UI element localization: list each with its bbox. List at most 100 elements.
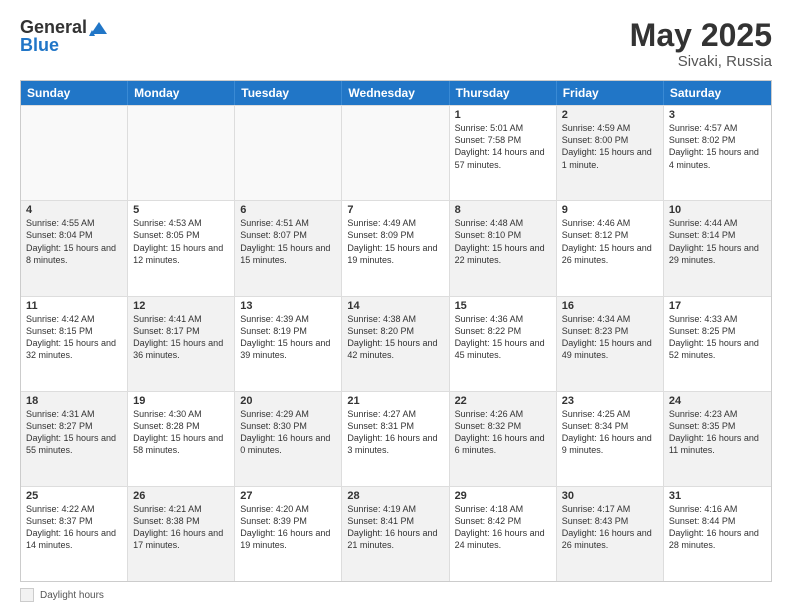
sunset-text: Sunset: 8:00 PM [562, 134, 658, 146]
daylight-text: Daylight: 16 hours and 14 minutes. [26, 527, 122, 551]
month-year: May 2025 [630, 18, 772, 53]
sunrise-text: Sunrise: 4:49 AM [347, 217, 443, 229]
day-number: 11 [26, 300, 122, 312]
logo-blue-text: Blue [20, 36, 107, 56]
sunrise-text: Sunrise: 4:51 AM [240, 217, 336, 229]
sunset-text: Sunset: 8:44 PM [669, 515, 766, 527]
day-number: 18 [26, 395, 122, 407]
sunrise-text: Sunrise: 4:19 AM [347, 503, 443, 515]
page: General Blue May 2025 Sivaki, Russia Sun… [0, 0, 792, 612]
logo-icon [89, 20, 107, 36]
day-number: 12 [133, 300, 229, 312]
day-number: 21 [347, 395, 443, 407]
calendar-cell: 25Sunrise: 4:22 AMSunset: 8:37 PMDayligh… [21, 487, 128, 581]
sunset-text: Sunset: 8:37 PM [26, 515, 122, 527]
sunset-text: Sunset: 8:31 PM [347, 420, 443, 432]
daylight-text: Daylight: 15 hours and 39 minutes. [240, 337, 336, 361]
sunset-text: Sunset: 8:25 PM [669, 325, 766, 337]
calendar-cell: 18Sunrise: 4:31 AMSunset: 8:27 PMDayligh… [21, 392, 128, 486]
sunset-text: Sunset: 8:05 PM [133, 229, 229, 241]
day-number: 15 [455, 300, 551, 312]
daylight-text: Daylight: 16 hours and 19 minutes. [240, 527, 336, 551]
daylight-text: Daylight: 15 hours and 1 minute. [562, 146, 658, 170]
daylight-text: Daylight: 15 hours and 42 minutes. [347, 337, 443, 361]
calendar-row: 4Sunrise: 4:55 AMSunset: 8:04 PMDaylight… [21, 200, 771, 295]
calendar-cell: 27Sunrise: 4:20 AMSunset: 8:39 PMDayligh… [235, 487, 342, 581]
sunset-text: Sunset: 8:34 PM [562, 420, 658, 432]
sunset-text: Sunset: 8:22 PM [455, 325, 551, 337]
daylight-text: Daylight: 16 hours and 0 minutes. [240, 432, 336, 456]
sunrise-text: Sunrise: 4:23 AM [669, 408, 766, 420]
sunrise-text: Sunrise: 4:57 AM [669, 122, 766, 134]
calendar-cell: 7Sunrise: 4:49 AMSunset: 8:09 PMDaylight… [342, 201, 449, 295]
calendar-cell: 6Sunrise: 4:51 AMSunset: 8:07 PMDaylight… [235, 201, 342, 295]
day-number: 23 [562, 395, 658, 407]
sunset-text: Sunset: 8:27 PM [26, 420, 122, 432]
day-number: 16 [562, 300, 658, 312]
sunrise-text: Sunrise: 4:34 AM [562, 313, 658, 325]
calendar-cell: 24Sunrise: 4:23 AMSunset: 8:35 PMDayligh… [664, 392, 771, 486]
day-number: 31 [669, 490, 766, 502]
daylight-text: Daylight: 14 hours and 57 minutes. [455, 146, 551, 170]
daylight-text: Daylight: 16 hours and 9 minutes. [562, 432, 658, 456]
sunset-text: Sunset: 8:28 PM [133, 420, 229, 432]
calendar-cell [21, 106, 128, 200]
daylight-text: Daylight: 16 hours and 11 minutes. [669, 432, 766, 456]
sunrise-text: Sunrise: 4:27 AM [347, 408, 443, 420]
calendar-row: 25Sunrise: 4:22 AMSunset: 8:37 PMDayligh… [21, 486, 771, 581]
calendar-cell [342, 106, 449, 200]
calendar-header-cell: Monday [128, 81, 235, 105]
sunset-text: Sunset: 8:41 PM [347, 515, 443, 527]
calendar-cell: 28Sunrise: 4:19 AMSunset: 8:41 PMDayligh… [342, 487, 449, 581]
calendar-cell: 15Sunrise: 4:36 AMSunset: 8:22 PMDayligh… [450, 297, 557, 391]
calendar-header-row: SundayMondayTuesdayWednesdayThursdayFrid… [21, 81, 771, 105]
day-number: 22 [455, 395, 551, 407]
sunset-text: Sunset: 8:20 PM [347, 325, 443, 337]
day-number: 26 [133, 490, 229, 502]
sunset-text: Sunset: 8:15 PM [26, 325, 122, 337]
calendar-cell: 12Sunrise: 4:41 AMSunset: 8:17 PMDayligh… [128, 297, 235, 391]
calendar-cell: 3Sunrise: 4:57 AMSunset: 8:02 PMDaylight… [664, 106, 771, 200]
calendar-cell: 31Sunrise: 4:16 AMSunset: 8:44 PMDayligh… [664, 487, 771, 581]
daylight-text: Daylight: 15 hours and 4 minutes. [669, 146, 766, 170]
sunrise-text: Sunrise: 4:26 AM [455, 408, 551, 420]
daylight-text: Daylight: 15 hours and 26 minutes. [562, 242, 658, 266]
daylight-text: Daylight: 15 hours and 19 minutes. [347, 242, 443, 266]
daylight-text: Daylight: 16 hours and 3 minutes. [347, 432, 443, 456]
daylight-text: Daylight: 15 hours and 32 minutes. [26, 337, 122, 361]
daylight-text: Daylight: 16 hours and 21 minutes. [347, 527, 443, 551]
day-number: 5 [133, 204, 229, 216]
sunset-text: Sunset: 8:17 PM [133, 325, 229, 337]
sunset-text: Sunset: 8:04 PM [26, 229, 122, 241]
day-number: 20 [240, 395, 336, 407]
calendar-cell: 10Sunrise: 4:44 AMSunset: 8:14 PMDayligh… [664, 201, 771, 295]
calendar-cell: 14Sunrise: 4:38 AMSunset: 8:20 PMDayligh… [342, 297, 449, 391]
sunrise-text: Sunrise: 4:33 AM [669, 313, 766, 325]
sunrise-text: Sunrise: 4:42 AM [26, 313, 122, 325]
daylight-text: Daylight: 15 hours and 15 minutes. [240, 242, 336, 266]
calendar-cell: 2Sunrise: 4:59 AMSunset: 8:00 PMDaylight… [557, 106, 664, 200]
calendar-header-cell: Tuesday [235, 81, 342, 105]
calendar-cell: 5Sunrise: 4:53 AMSunset: 8:05 PMDaylight… [128, 201, 235, 295]
sunset-text: Sunset: 8:38 PM [133, 515, 229, 527]
calendar-cell: 21Sunrise: 4:27 AMSunset: 8:31 PMDayligh… [342, 392, 449, 486]
sunrise-text: Sunrise: 5:01 AM [455, 122, 551, 134]
day-number: 7 [347, 204, 443, 216]
daylight-text: Daylight: 16 hours and 17 minutes. [133, 527, 229, 551]
sunrise-text: Sunrise: 4:41 AM [133, 313, 229, 325]
sunrise-text: Sunrise: 4:31 AM [26, 408, 122, 420]
calendar-cell: 9Sunrise: 4:46 AMSunset: 8:12 PMDaylight… [557, 201, 664, 295]
logo: General Blue [20, 18, 107, 56]
day-number: 19 [133, 395, 229, 407]
calendar-header-cell: Saturday [664, 81, 771, 105]
calendar-cell: 29Sunrise: 4:18 AMSunset: 8:42 PMDayligh… [450, 487, 557, 581]
sunset-text: Sunset: 8:09 PM [347, 229, 443, 241]
sunrise-text: Sunrise: 4:38 AM [347, 313, 443, 325]
day-number: 2 [562, 109, 658, 121]
daylight-text: Daylight: 15 hours and 29 minutes. [669, 242, 766, 266]
daylight-text: Daylight: 16 hours and 24 minutes. [455, 527, 551, 551]
sunset-text: Sunset: 8:39 PM [240, 515, 336, 527]
daylight-text: Daylight: 15 hours and 36 minutes. [133, 337, 229, 361]
daylight-text: Daylight: 15 hours and 8 minutes. [26, 242, 122, 266]
sunrise-text: Sunrise: 4:46 AM [562, 217, 658, 229]
